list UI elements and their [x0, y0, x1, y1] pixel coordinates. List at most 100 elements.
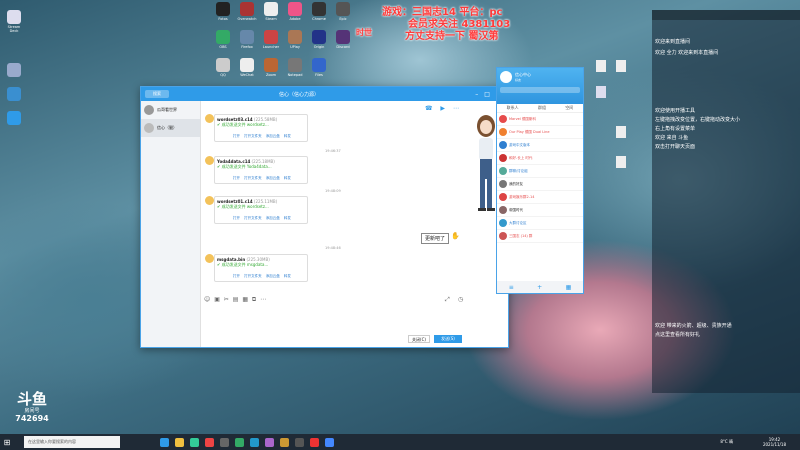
desktop-icon-7[interactable]: OBS: [212, 30, 234, 49]
gif-icon[interactable]: ▣: [214, 296, 220, 303]
gift-line: 欢迎 带来的火箭、超级、贵族开通: [655, 323, 732, 329]
desktop-icon-14[interactable]: WeChat: [236, 58, 258, 77]
contact-item[interactable]: 瓜哥看世界: [141, 101, 200, 119]
app-icon[interactable]: [160, 437, 169, 447]
search-input[interactable]: 搜索: [145, 90, 169, 98]
clock[interactable]: 19:42 2021/11/18: [763, 437, 786, 447]
more-options-icon[interactable]: ⋯: [260, 296, 266, 303]
maximize-icon[interactable]: □: [484, 91, 490, 98]
app-icon[interactable]: [250, 437, 259, 447]
desktop-icon[interactable]: Stream Deck: [3, 10, 25, 33]
file-message-card[interactable]: Yoda4data.c14 (225.18MB) ✔ 成功发送文件 Yoda4d…: [214, 156, 308, 184]
desktop-icon-15[interactable]: Zoom: [260, 58, 282, 77]
file-actions[interactable]: 打开 打开文件夹 添加云盘 转发: [233, 176, 291, 181]
desktop-icon-4[interactable]: Adobe: [284, 2, 306, 21]
file-icon[interactable]: [616, 60, 626, 72]
brand-name: 斗鱼: [16, 390, 47, 408]
desktop-icon-9[interactable]: Launcher: [260, 30, 282, 49]
app-icon[interactable]: [280, 437, 289, 447]
history-icon[interactable]: ◷: [458, 296, 463, 303]
file-actions[interactable]: 打开 打开文件夹 添加云盘 转发: [233, 274, 291, 279]
message-input[interactable]: [202, 305, 504, 331]
screenshot-icon[interactable]: ⧉: [252, 296, 256, 303]
desktop-icon-8[interactable]: Firefox: [236, 30, 258, 49]
menu-icon[interactable]: ≡: [509, 284, 514, 291]
desktop-icon-5[interactable]: Chrome: [308, 2, 330, 21]
send-button[interactable]: 发送(S): [434, 335, 462, 343]
file-message-card[interactable]: wordsetz03.c14 (225.58MB) ✔ 成功发送文件 words…: [214, 114, 308, 142]
desktop-icon-6[interactable]: Epic: [332, 2, 354, 21]
chat-line: 欢迎 全力 欢迎来到本直播间: [655, 50, 719, 56]
avatar: [144, 123, 154, 133]
tab-space[interactable]: 空间: [565, 105, 573, 111]
app-icon[interactable]: [295, 437, 304, 447]
desktop-icon-2[interactable]: Overwatch: [236, 2, 258, 21]
file-actions[interactable]: 打开 打开文件夹 添加云盘 转发: [233, 134, 291, 139]
desktop-icon-13[interactable]: QQ: [212, 58, 234, 77]
friend-row[interactable]: 我的好友: [497, 178, 583, 191]
friend-row[interactable]: 游戏娱乐群2-14: [497, 191, 583, 204]
app-icon[interactable]: [220, 437, 229, 447]
scissors-icon[interactable]: ✂: [224, 296, 229, 303]
phone-icon[interactable]: ☎: [425, 105, 432, 112]
app-icon[interactable]: [235, 437, 244, 447]
friend-row[interactable]: Our Play 德国 Dual Line: [497, 126, 583, 139]
friend-row[interactable]: 群聊/讨论组: [497, 165, 583, 178]
desktop-icon[interactable]: [3, 111, 25, 125]
taskbar-search-input[interactable]: 在这里输入你要搜索的内容: [24, 436, 120, 448]
chat-header-icons: ☎ ▶ ⋯: [425, 105, 459, 112]
file-message-card[interactable]: msgdata.bin (225.30MB) ✔ 成功发送文件 msgdata.…: [214, 254, 308, 282]
friend-row[interactable]: 和好-长上 时代: [497, 152, 583, 165]
avatar[interactable]: [500, 71, 512, 83]
app-icon[interactable]: [190, 437, 199, 447]
desktop-icon-11[interactable]: Origin: [308, 30, 330, 49]
friend-row[interactable]: 帝国时代: [497, 204, 583, 217]
close-button[interactable]: 关闭(C): [408, 335, 430, 343]
desktop-icon[interactable]: [3, 63, 25, 77]
app-icon[interactable]: [205, 437, 214, 447]
avatar: [205, 196, 214, 205]
app-icon[interactable]: [175, 437, 184, 447]
friend-row[interactable]: 游戏中文版本: [497, 139, 583, 152]
file-icon[interactable]: [596, 86, 606, 98]
add-friend-icon[interactable]: +: [537, 284, 542, 291]
app-icon[interactable]: [265, 437, 274, 447]
file-icon[interactable]: [596, 60, 606, 72]
friend-row[interactable]: Marvel 德国斯科: [497, 113, 583, 126]
contact-item-active[interactable]: 信心（腿）: [141, 119, 200, 137]
app-icon[interactable]: [310, 437, 319, 447]
app-icon[interactable]: ▦: [566, 284, 572, 291]
file-actions[interactable]: 打开 打开文件夹 添加云盘 转发: [233, 216, 291, 221]
app-icon[interactable]: [325, 437, 334, 447]
file-icon[interactable]: [616, 126, 626, 138]
desktop-icon-1[interactable]: Fotos: [212, 2, 234, 21]
windows-start-icon[interactable]: ⊞: [0, 438, 14, 447]
more-icon[interactable]: ⋯: [453, 105, 459, 112]
desktop-icon-3[interactable]: Steam: [260, 2, 282, 21]
friend-row[interactable]: 三国志 (14) 群: [497, 230, 583, 243]
file-icon[interactable]: [616, 156, 626, 168]
timestamp: 19:48:09: [325, 189, 341, 193]
check-icon: ✔: [217, 262, 221, 267]
minimize-icon[interactable]: –: [475, 91, 478, 98]
expand-icon[interactable]: ⤢: [445, 296, 450, 304]
chat-line: 左键拖拽改变位置，右键拖动改变大小: [655, 117, 741, 123]
emoji-toolbar-icon[interactable]: ☺: [204, 296, 210, 303]
check-icon: ✔: [217, 164, 221, 169]
tab-groups[interactable]: 群组: [538, 105, 546, 111]
desktop-icon-16[interactable]: Notepad: [284, 58, 306, 77]
stream-chat-panel: 欢迎来到直播间 欢迎 全力 欢迎来到本直播间 欢迎使用开播工具 左键拖拽改变位置…: [652, 10, 800, 393]
friend-row[interactable]: 大群讨论区: [497, 217, 583, 230]
video-icon[interactable]: ▶: [440, 105, 445, 112]
file-message-card[interactable]: wordsetz01.c14 (225.11MB) ✔ 成功发送文件 words…: [214, 196, 308, 224]
desktop-icon-12[interactable]: Discord: [332, 30, 354, 49]
image-icon[interactable]: ▦: [242, 296, 248, 303]
folder-icon[interactable]: ▤: [233, 296, 239, 303]
desktop-icon-17[interactable]: Files: [308, 58, 330, 77]
weather-status: 8°C 晴: [720, 439, 733, 444]
tab-contacts[interactable]: 联系人: [507, 105, 519, 111]
desktop-icon-10[interactable]: UPlay: [284, 30, 306, 49]
friend-search-input[interactable]: [500, 87, 580, 93]
desktop-icon[interactable]: [3, 87, 25, 101]
friends-panel: 信心中心 好友 联系人 群组 空间 Marvel 德国斯科 Our Play 德国…: [496, 67, 584, 294]
